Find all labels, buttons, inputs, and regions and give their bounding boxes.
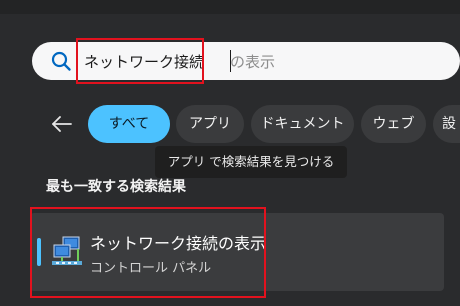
best-match-heading: 最も一致する検索結果 — [46, 179, 186, 195]
back-arrow-icon[interactable] — [50, 112, 74, 136]
search-icon — [51, 51, 71, 71]
top-strip — [0, 0, 460, 14]
tab-apps[interactable]: アプリ — [176, 105, 244, 143]
tooltip: アプリ で検索結果を見つける — [155, 146, 347, 178]
highlight-box-typed-text — [76, 38, 204, 84]
tab-web[interactable]: ウェブ — [361, 105, 426, 143]
highlight-box-result — [30, 207, 266, 298]
start-search-panel: ネットワーク接続 の表示 すべて アプリ ドキュメント ウェブ 設 アプリ で検… — [0, 0, 460, 306]
tab-documents[interactable]: ドキュメント — [251, 105, 354, 143]
search-suggestion-text: の表示 — [230, 53, 276, 71]
tab-settings[interactable]: 設 — [433, 105, 460, 143]
tab-all[interactable]: すべて — [88, 105, 170, 143]
